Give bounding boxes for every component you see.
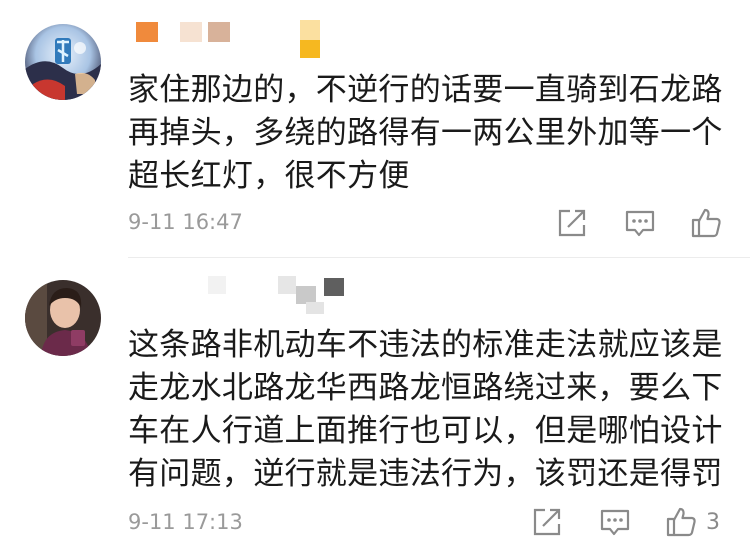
avatar[interactable]	[25, 280, 101, 356]
comment-text-line: 车在人行道上面推行也可以，但是哪怕设计	[128, 413, 723, 449]
comment-text-line: 再掉头，多绕的路得有一两公里外加等一个	[128, 115, 723, 151]
comment-text-line: 走龙水北路龙华西路龙恒路绕过来，要么下	[128, 370, 723, 406]
comment-text: 这条路非机动车不违法的标准走法就应该是 走龙水北路龙华西路龙恒路绕过来，要么下 …	[128, 324, 728, 496]
mask-block	[300, 40, 320, 58]
mask-block	[324, 278, 344, 296]
comment-text-line: 超长红灯，很不方便	[128, 158, 410, 194]
mask-block	[208, 22, 230, 42]
avatar-image	[25, 24, 101, 100]
share-button[interactable]	[530, 504, 564, 540]
mask-block	[180, 22, 202, 42]
mask-block	[300, 20, 320, 40]
share-icon	[558, 209, 586, 237]
reply-button[interactable]	[598, 504, 632, 540]
comment-text: 家住那边的，不逆行的话要一直骑到石龙路 再掉头，多绕的路得有一两公里外加等一个 …	[128, 69, 728, 198]
share-icon	[533, 508, 561, 536]
mask-block	[306, 302, 324, 314]
comment-item: 家住那边的，不逆行的话要一直骑到石龙路 再掉头，多绕的路得有一两公里外加等一个 …	[0, 0, 750, 258]
reply-button[interactable]	[623, 205, 657, 241]
comment-feed: 家住那边的，不逆行的话要一直骑到石龙路 再掉头，多绕的路得有一两公里外加等一个 …	[0, 0, 750, 550]
thumbs-up-icon	[666, 507, 696, 537]
mask-block	[208, 276, 226, 294]
avatar-image	[25, 280, 101, 356]
thumbs-up-icon	[691, 208, 721, 238]
comment-item: 这条路非机动车不违法的标准走法就应该是 走龙水北路龙华西路龙恒路绕过来，要么下 …	[0, 258, 750, 550]
comment-icon	[625, 210, 655, 237]
comment-time: 9-11 17:13	[128, 510, 243, 534]
comment-time: 9-11 16:47	[128, 210, 243, 234]
like-count: 3	[706, 509, 720, 535]
mask-block	[136, 22, 158, 42]
comment-text-line: 家住那边的，不逆行的话要一直骑到石龙路	[128, 72, 723, 108]
like-button[interactable]: 3	[664, 504, 720, 540]
share-button[interactable]	[555, 205, 589, 241]
like-button[interactable]	[689, 205, 731, 241]
comment-text-line: 这条路非机动车不违法的标准走法就应该是	[128, 327, 723, 363]
avatar[interactable]	[25, 24, 101, 100]
mask-block	[278, 276, 296, 294]
comment-icon	[600, 509, 630, 536]
comment-text-line: 有问题，逆行就是违法行为，该罚还是得罚	[128, 456, 723, 492]
